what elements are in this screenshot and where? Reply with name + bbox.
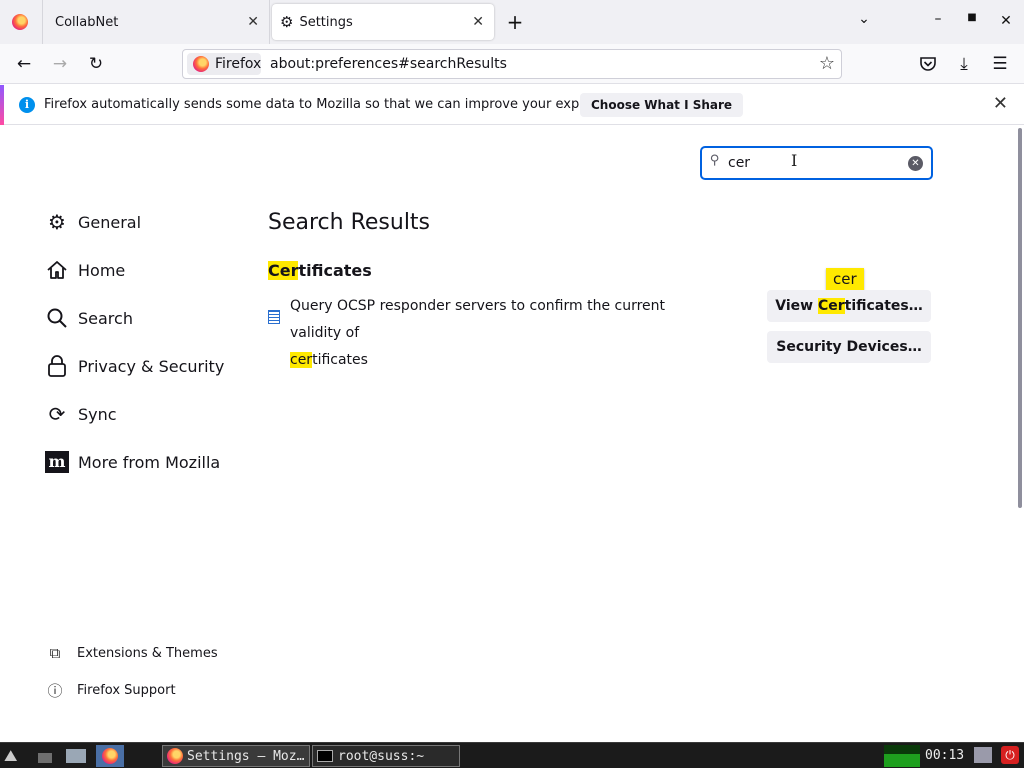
close-icon[interactable]: ✕ [993,93,1008,114]
sidebar-item-label: General [78,212,142,232]
sidebar-item-general[interactable]: ⚙ General [44,208,141,236]
sidebar-item-privacy[interactable]: Privacy & Security [44,352,224,380]
minimize-icon[interactable]: – [929,11,947,27]
settings-search-input[interactable]: ⚲ cer I ✕ [700,146,933,180]
tab-label: CollabNet [55,14,119,30]
tab-settings[interactable]: ⚙ Settings ✕ [272,4,494,40]
mozilla-m-icon: m [44,449,70,475]
show-desktop-icon[interactable] [66,749,86,763]
firefox-logo-icon [167,748,183,764]
text-cursor-icon: I [791,151,798,170]
lock-icon [44,353,70,379]
search-highlight: cer [290,352,313,368]
sidebar-item-firefox-support[interactable]: ⓘ Firefox Support [46,680,176,701]
info-icon: i [19,97,35,113]
folder-icon[interactable] [38,753,52,763]
firefox-logo-icon [102,748,118,764]
scrollbar[interactable] [1018,128,1022,508]
sidebar-item-sync[interactable]: ⟳ Sync [44,400,117,428]
help-icon: ⓘ [47,682,63,700]
taskbar: ⛰ Settings — Moz… root@suss:~ 00:13 ⏻ [0,742,1024,768]
navigation-toolbar: ← → ↻ Firefox about:preferences#searchRe… [0,44,1024,84]
clock: 00:13 [925,748,965,763]
forward-arrow-icon[interactable]: → [50,54,70,74]
task-label: root@suss:~ [338,748,425,764]
sidebar-item-home[interactable]: Home [44,256,125,284]
gear-icon: ⚙ [48,210,66,234]
sync-icon: ⟳ [48,402,66,426]
ocsp-checkbox[interactable] [268,310,280,324]
certificates-section-heading: Certificates [268,261,372,280]
firefox-logo-icon [193,56,209,72]
security-devices-button[interactable]: Security Devices… [767,331,931,363]
downloads-icon[interactable]: ⤓ [954,54,974,74]
tab-strip: CollabNet ✕ ⚙ Settings ✕ + ⌄ – ■ ✕ [0,0,1024,44]
page-title: Search Results [268,210,431,235]
identity-label: Firefox [215,56,262,72]
sidebar-item-label: Privacy & Security [78,356,225,376]
bookmark-star-icon[interactable]: ☆ [819,53,835,74]
close-tab-icon[interactable]: ✕ [247,14,259,30]
reload-icon[interactable]: ↻ [86,54,106,74]
button-label-pre: View [775,298,818,314]
sidebar-item-more-from-mozilla[interactable]: m More from Mozilla [44,448,220,476]
sidebar-item-extensions-themes[interactable]: ⧉ Extensions & Themes [46,644,218,662]
search-icon [44,305,70,331]
search-input-value[interactable]: cer [728,155,750,171]
power-icon[interactable]: ⏻ [1001,746,1019,764]
puzzle-icon: ⧉ [49,644,61,662]
notification-accent [0,85,4,125]
task-label: Settings — Moz… [187,748,305,764]
terminal-icon [317,750,333,762]
firefox-launcher-icon[interactable] [96,745,124,767]
close-tab-icon[interactable]: ✕ [472,14,484,30]
firefox-logo-icon[interactable] [12,14,28,30]
search-icon: ⚲ [710,153,720,168]
maximize-icon[interactable]: ■ [963,12,981,23]
sidebar-item-label: More from Mozilla [78,452,221,472]
pocket-icon[interactable] [918,54,938,74]
list-tabs-chevron-down-icon[interactable]: ⌄ [855,11,873,27]
search-highlight: Cer [268,261,299,280]
cpu-monitor-graph [884,745,920,767]
sidebar-item-label: Home [78,260,126,280]
clear-search-icon[interactable]: ✕ [908,156,923,171]
ocsp-label-rest: tificates [312,352,368,368]
tab-label: Settings [299,14,353,30]
new-tab-icon[interactable]: + [506,10,524,34]
button-label-post: tificates… [844,298,923,314]
sidebar-item-label: Sync [78,404,117,424]
data-notification-bar: i Firefox automatically sends some data … [0,85,1024,125]
sidebar-footer-label: Firefox Support [77,683,176,698]
choose-what-i-share-button[interactable]: Choose What I Share [580,93,744,117]
notification-text: Firefox automatically sends some data to… [44,97,632,112]
taskbar-task-terminal[interactable]: root@suss:~ [312,745,460,767]
back-arrow-icon[interactable]: ← [14,54,34,74]
search-tooltip-bubble: cer [826,268,864,290]
ocsp-checkbox-label[interactable]: Query OCSP responder servers to confirm … [290,293,720,374]
url-bar[interactable]: Firefox about:preferences#searchResults … [182,49,842,79]
home-icon [44,257,70,283]
menu-hamburger-icon[interactable]: ☰ [990,54,1010,74]
close-window-icon[interactable]: ✕ [997,13,1015,29]
search-highlight: Cer [817,298,845,314]
ocsp-label-line1: Query OCSP responder servers to confirm … [290,298,666,341]
network-icon[interactable] [974,747,992,763]
tab-collabnet[interactable]: CollabNet ✕ [42,0,270,44]
heading-rest: tificates [298,261,372,280]
view-certificates-button[interactable]: View Certificates… [767,290,931,322]
gear-icon: ⚙ [280,13,294,31]
sidebar-item-search[interactable]: Search [44,304,133,332]
sidebar-footer-label: Extensions & Themes [77,645,218,661]
url-text[interactable]: about:preferences#searchResults [270,56,507,72]
identity-box[interactable]: Firefox [187,53,261,75]
sidebar-item-label: Search [78,308,133,328]
start-menu-icon[interactable]: ⛰ [4,746,26,766]
taskbar-task-firefox[interactable]: Settings — Moz… [162,745,310,767]
